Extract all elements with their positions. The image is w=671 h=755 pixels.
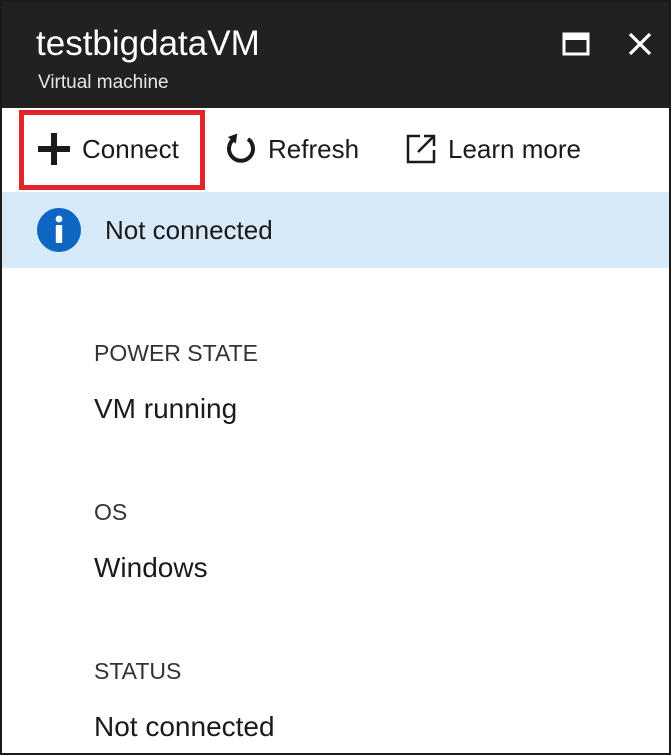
external-link-icon xyxy=(404,132,438,166)
blade-title: testbigdataVM xyxy=(36,24,260,63)
blade-subtitle: Virtual machine xyxy=(38,72,169,93)
close-icon xyxy=(627,31,653,62)
os-label: OS xyxy=(94,499,128,525)
refresh-label: Refresh xyxy=(268,133,360,164)
power-state-value: VM running xyxy=(94,393,238,424)
blade-header: testbigdataVM Virtual machine xyxy=(2,2,669,108)
info-message: Not connected xyxy=(105,215,273,245)
learn-more-link[interactable]: Learn more xyxy=(404,108,581,190)
learn-more-label: Learn more xyxy=(448,133,581,164)
status-value: Not connected xyxy=(94,711,275,742)
connection-info-bar: Not connected xyxy=(2,192,669,268)
maximize-icon xyxy=(562,32,590,61)
vm-blade: testbigdataVM Virtual machine Connect Re… xyxy=(0,0,671,755)
connect-button[interactable]: Connect xyxy=(36,108,179,190)
refresh-button[interactable]: Refresh xyxy=(224,108,359,190)
status-label: STATUS xyxy=(94,658,182,684)
info-icon xyxy=(36,207,82,253)
maximize-button[interactable] xyxy=(554,24,598,68)
refresh-icon xyxy=(224,132,258,166)
power-state-label: POWER STATE xyxy=(94,340,258,366)
plus-icon xyxy=(36,131,72,167)
command-bar: Connect Refresh Learn more xyxy=(2,108,669,190)
os-value: Windows xyxy=(94,552,208,583)
close-button[interactable] xyxy=(618,24,662,68)
connect-label: Connect xyxy=(82,133,179,164)
